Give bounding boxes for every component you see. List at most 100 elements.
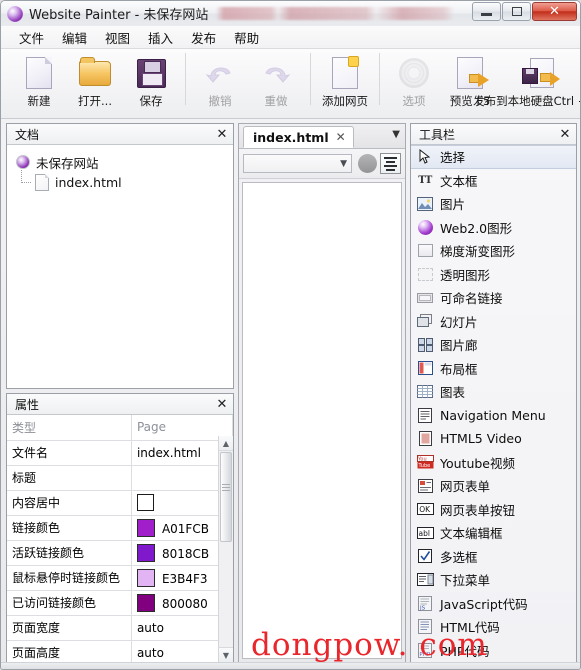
content-center-checkbox[interactable]	[136, 494, 154, 511]
close-button[interactable]: ✕	[532, 2, 577, 21]
tool-item-html5-video[interactable]: HTML5 Video	[411, 427, 576, 451]
maximize-icon	[511, 7, 522, 16]
table-row[interactable]: 标题	[7, 465, 233, 491]
toolbar-add-page-button[interactable]: 添加网页	[317, 49, 373, 110]
tool-item-form-button[interactable]: OK 网页表单按钮	[411, 498, 576, 522]
style-select[interactable]: ▼	[243, 154, 352, 173]
color-swatch[interactable]	[136, 518, 155, 537]
toolbar-options-button[interactable]: 选项	[386, 49, 442, 110]
tool-item-html-code[interactable]: HTML代码	[411, 615, 576, 639]
web2-orb-icon	[416, 219, 434, 236]
table-row[interactable]: 鼠标悬停时链接颜色 E3B4F3	[7, 565, 233, 591]
toolbar-new-button[interactable]: 新建	[11, 49, 67, 110]
documents-panel-close-icon[interactable]: ✕	[215, 127, 229, 142]
tool-item-image-gallery[interactable]: 图片廊	[411, 333, 576, 357]
tool-item-transparent-shape[interactable]: 透明图形	[411, 263, 576, 287]
tool-item-php-code[interactable]: PHP PHP代码	[411, 639, 576, 663]
property-key: 链接颜色	[7, 515, 132, 541]
tree-item-index-html[interactable]: index.html	[16, 170, 233, 192]
scroll-down-icon[interactable]: ▼	[219, 647, 233, 662]
html-file-icon	[35, 173, 49, 191]
properties-table-header-row: 类型 Page	[7, 415, 233, 441]
table-row[interactable]: 页面宽度 auto	[7, 615, 233, 641]
tool-label: 文本编辑框	[440, 526, 503, 542]
menu-item-file[interactable]: 文件	[10, 25, 53, 50]
tool-item-select[interactable]: 选择	[411, 145, 576, 169]
align-button[interactable]	[380, 153, 401, 174]
tool-item-gradient-shape[interactable]: 梯度渐变图形	[411, 239, 576, 263]
toolbar-redo-button[interactable]: 重做	[248, 49, 304, 110]
tool-item-checkbox[interactable]: 多选框	[411, 545, 576, 569]
toolbar-save-button[interactable]: 保存	[123, 49, 179, 110]
tool-item-text-box[interactable]: TT 文本框	[411, 169, 576, 193]
table-row[interactable]: 页面高度 auto	[7, 640, 233, 662]
tab-close-icon[interactable]: ✕	[336, 130, 346, 144]
table-row[interactable]: 活跃链接颜色 8018CB	[7, 540, 233, 566]
tool-item-navigation-menu[interactable]: Navigation Menu	[411, 404, 576, 428]
table-row[interactable]: 内容居中	[7, 490, 233, 516]
add-page-icon	[332, 55, 359, 91]
property-key: 文件名	[7, 440, 132, 466]
tool-item-layout-frame[interactable]: 布局框	[411, 357, 576, 381]
tool-item-named-anchor[interactable]: 可命名链接	[411, 286, 576, 310]
tool-item-javascript-code[interactable]: JS JavaScript代码	[411, 592, 576, 616]
color-swatch[interactable]	[136, 568, 155, 587]
table-row[interactable]: 文件名 index.html	[7, 440, 233, 466]
maximize-button[interactable]	[502, 2, 531, 21]
save-floppy-icon	[136, 55, 166, 91]
undo-arrow-icon	[205, 55, 235, 91]
menu-item-publish[interactable]: 发布	[182, 25, 225, 50]
tools-panel-header: 工具栏 ✕	[411, 124, 576, 145]
tool-item-slideshow[interactable]: 幻灯片	[411, 310, 576, 334]
toolbar-open-label: 打开...	[78, 94, 112, 108]
scrollbar-thumb[interactable]	[220, 452, 232, 542]
text-box-icon: TT	[418, 174, 432, 186]
documents-panel-body: 未保存网站 index.html	[7, 145, 233, 388]
tools-panel: 工具栏 ✕ 选择 TT 文本框 图片 Web2.0图形 梯度渐变图形 透明图形 …	[410, 123, 577, 663]
tools-panel-close-icon[interactable]: ✕	[558, 127, 572, 142]
html-code-icon	[416, 618, 434, 635]
properties-scrollbar[interactable]: ▲ ▼	[218, 436, 233, 662]
properties-panel-close-icon[interactable]: ✕	[215, 397, 229, 412]
toolbar-save-label: 保存	[139, 94, 163, 108]
menu-item-help[interactable]: 帮助	[225, 25, 268, 50]
tool-item-table[interactable]: 图表	[411, 380, 576, 404]
tab-overflow-chevron-down-icon[interactable]: ▼	[392, 129, 400, 140]
tool-item-web-form[interactable]: 网页表单	[411, 474, 576, 498]
tool-item-text-input[interactable]: abl 文本编辑框	[411, 521, 576, 545]
svg-text:JS: JS	[419, 605, 426, 611]
tool-item-image[interactable]: 图片	[411, 192, 576, 216]
svg-text:Tube: Tube	[417, 463, 430, 469]
tree-item-website[interactable]: 未保存网站	[16, 152, 233, 172]
tool-item-dropdown[interactable]: 下拉菜单	[411, 568, 576, 592]
table-row[interactable]: 链接颜色 A01FCB	[7, 515, 233, 541]
property-key: 已访问链接颜色	[7, 590, 132, 616]
dropdown-icon	[416, 571, 434, 588]
minimize-button[interactable]	[472, 2, 501, 21]
table-row[interactable]: 已访问链接颜色 800080	[7, 590, 233, 616]
color-swatch[interactable]	[136, 543, 155, 562]
toolbar-open-button[interactable]: 打开...	[67, 49, 123, 110]
tool-label: 多选框	[440, 549, 478, 565]
toolbar-undo-button[interactable]: 撤销	[192, 49, 248, 110]
tool-label: JavaScript代码	[440, 596, 528, 612]
toolbar-publish-button[interactable]: 发布到本地硬盘Ctrl + F5	[473, 49, 580, 110]
main-toolbar: 新建 打开... 保存 撤销 重做 添加网页 选项 预览 F5 发布到本地硬盘C…	[1, 49, 580, 119]
tool-label: HTML代码	[440, 620, 500, 636]
tab-index-html[interactable]: index.html ✕	[243, 126, 354, 148]
scroll-up-icon[interactable]: ▲	[219, 436, 233, 451]
page-canvas[interactable]	[242, 182, 402, 659]
documents-panel: 文档 ✕ 未保存网站 index.html	[6, 123, 234, 389]
preview-page-icon	[457, 55, 489, 91]
menu-item-view[interactable]: 视图	[96, 25, 139, 50]
menu-item-edit[interactable]: 编辑	[53, 25, 96, 50]
editor-tab-strip: index.html ✕ ▼	[239, 124, 405, 149]
tool-item-youtube-video[interactable]: You Tube Youtube视频	[411, 451, 576, 475]
menu-item-insert[interactable]: 插入	[139, 25, 182, 50]
tool-label: 透明图形	[440, 267, 491, 283]
color-picker-button[interactable]	[358, 154, 377, 173]
tool-item-web2-shape[interactable]: Web2.0图形	[411, 216, 576, 240]
youtube-icon: You Tube	[416, 454, 434, 471]
color-swatch[interactable]	[136, 593, 155, 612]
tool-label: Web2.0图形	[440, 220, 513, 236]
